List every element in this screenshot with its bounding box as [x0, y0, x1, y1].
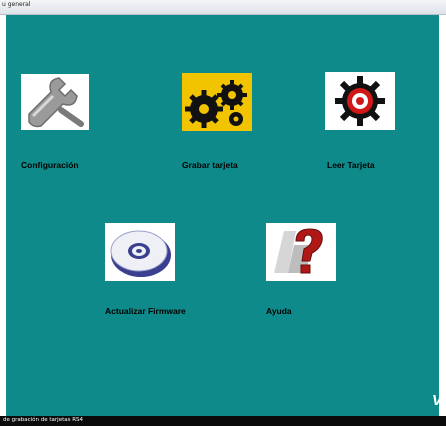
status-bar: de grabación de tarjetas RS4	[0, 416, 446, 426]
leer-tarjeta-label: Leer Tarjeta	[327, 160, 375, 170]
window-right-edge	[439, 15, 446, 416]
ayuda-button[interactable]: Ayuda	[265, 222, 355, 322]
ayuda-label: Ayuda	[266, 306, 292, 316]
status-bar-text: de grabación de tarjetas RS4	[3, 417, 84, 423]
grabar-tarjeta-button[interactable]: Grabar tarjeta	[180, 72, 280, 176]
grabar-tarjeta-label: Grabar tarjeta	[182, 160, 238, 170]
actualizar-firmware-button[interactable]: Actualizar Firmware	[104, 222, 224, 322]
gear-eye-icon	[325, 72, 395, 130]
window-title: u general	[2, 1, 31, 8]
actualizar-firmware-label: Actualizar Firmware	[105, 306, 186, 316]
leer-tarjeta-button[interactable]: Leer Tarjeta	[325, 72, 425, 176]
configuracion-button[interactable]: Configuración	[19, 72, 139, 176]
gears-icon	[182, 73, 252, 131]
cd-disc-icon	[105, 223, 175, 281]
help-question-icon	[266, 223, 336, 281]
configuracion-label: Configuración	[21, 160, 79, 170]
corner-logo-mark: V	[432, 392, 443, 409]
window-titlebar: u general	[0, 0, 446, 15]
wrench-icon	[21, 74, 89, 130]
